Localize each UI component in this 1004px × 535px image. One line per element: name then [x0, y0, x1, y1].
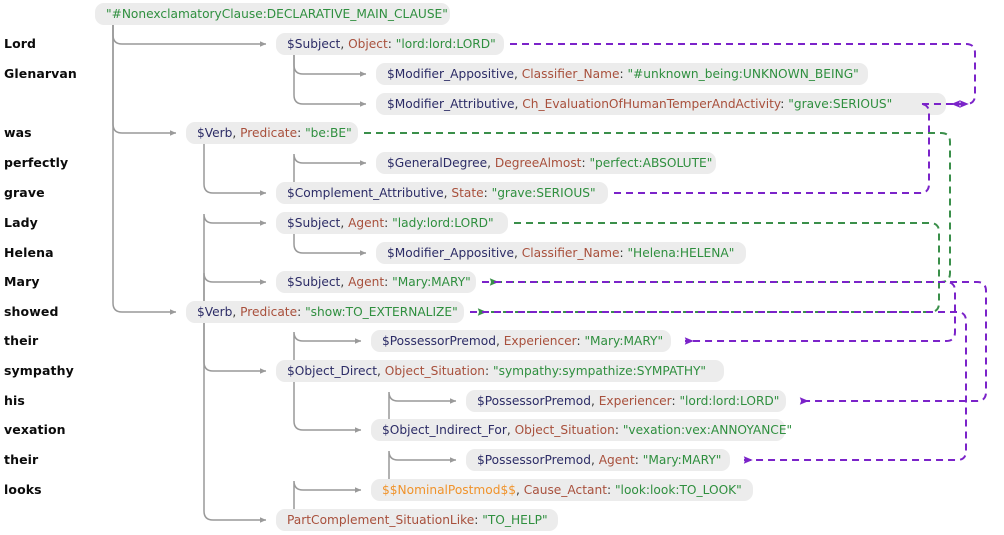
dependency-link-layer: [364, 43, 987, 464]
dep-subject-lady-to-verb-show: [477, 222, 940, 316]
dep-subject-lord-to-modifier-attributive: [510, 43, 976, 108]
dep-verb-be-to-subject-mary: [364, 132, 951, 286]
dep-complement-attributive-to-modifier-attributive: [614, 100, 961, 194]
parse-tree-canvas: Lord Glenarvan was perfectly grave Lady Helena…: [0, 0, 1004, 535]
dep-verb-show-to-possessor-mary-2: [470, 311, 967, 464]
